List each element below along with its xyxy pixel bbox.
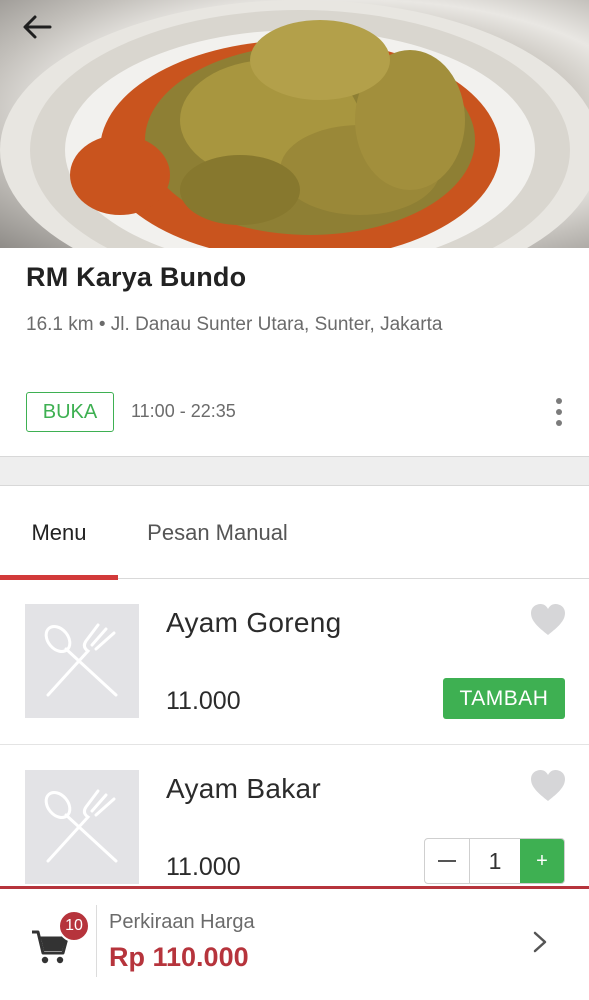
cart-count-badge: 10 [58, 910, 90, 942]
arrow-left-icon [23, 15, 52, 39]
item-name: Ayam Goreng [166, 607, 342, 638]
tab-menu[interactable]: Menu [0, 487, 118, 580]
item-thumbnail [25, 604, 139, 718]
restaurant-name: RM Karya Bundo [26, 262, 247, 292]
favorite-button[interactable] [530, 769, 566, 803]
increase-quantity-button[interactable]: + [520, 839, 564, 883]
tab-pesan-manual-label: Pesan Manual [147, 520, 288, 545]
quantity-stepper: 1 + [424, 838, 565, 884]
tab-menu-label: Menu [31, 520, 87, 545]
open-status-badge: BUKA [26, 392, 114, 432]
opening-hours: 11:00 - 22:35 [131, 401, 236, 421]
quantity-value: 1 [488, 847, 502, 874]
section-divider [0, 456, 589, 486]
heart-icon [531, 604, 565, 635]
divider [96, 905, 97, 977]
item-price: 11.000 [166, 853, 241, 881]
decrease-quantity-button[interactable] [425, 839, 470, 883]
more-vert-icon [556, 398, 562, 404]
item-price: 11.000 [166, 687, 241, 715]
more-options-button[interactable] [543, 392, 575, 432]
hero-food-image [0, 0, 589, 248]
utensils-icon [44, 623, 118, 697]
cart-summary-bar[interactable]: 10 Perkiraan Harga Rp 110.000 [0, 886, 589, 1000]
restaurant-address: 16.1 km • Jl. Danau Sunter Utara, Sunter… [26, 314, 443, 335]
tab-bar: Menu Pesan Manual [0, 487, 589, 580]
menu-item[interactable]: Ayam Goreng 11.000 TAMBAH [0, 579, 589, 745]
minus-icon [438, 860, 456, 862]
chevron-right-icon [528, 929, 552, 955]
favorite-button[interactable] [530, 603, 566, 637]
add-to-cart-button[interactable]: TAMBAH [443, 678, 565, 719]
estimated-price-label: Perkiraan Harga [109, 911, 255, 933]
food-illustration [0, 0, 589, 248]
utensils-icon [44, 789, 118, 863]
item-thumbnail [25, 770, 139, 884]
back-button[interactable] [22, 14, 66, 54]
estimated-price-total: Rp 110.000 [109, 942, 249, 972]
item-name: Ayam Bakar [166, 773, 321, 804]
tab-pesan-manual[interactable]: Pesan Manual [130, 487, 305, 579]
heart-icon [531, 770, 565, 801]
